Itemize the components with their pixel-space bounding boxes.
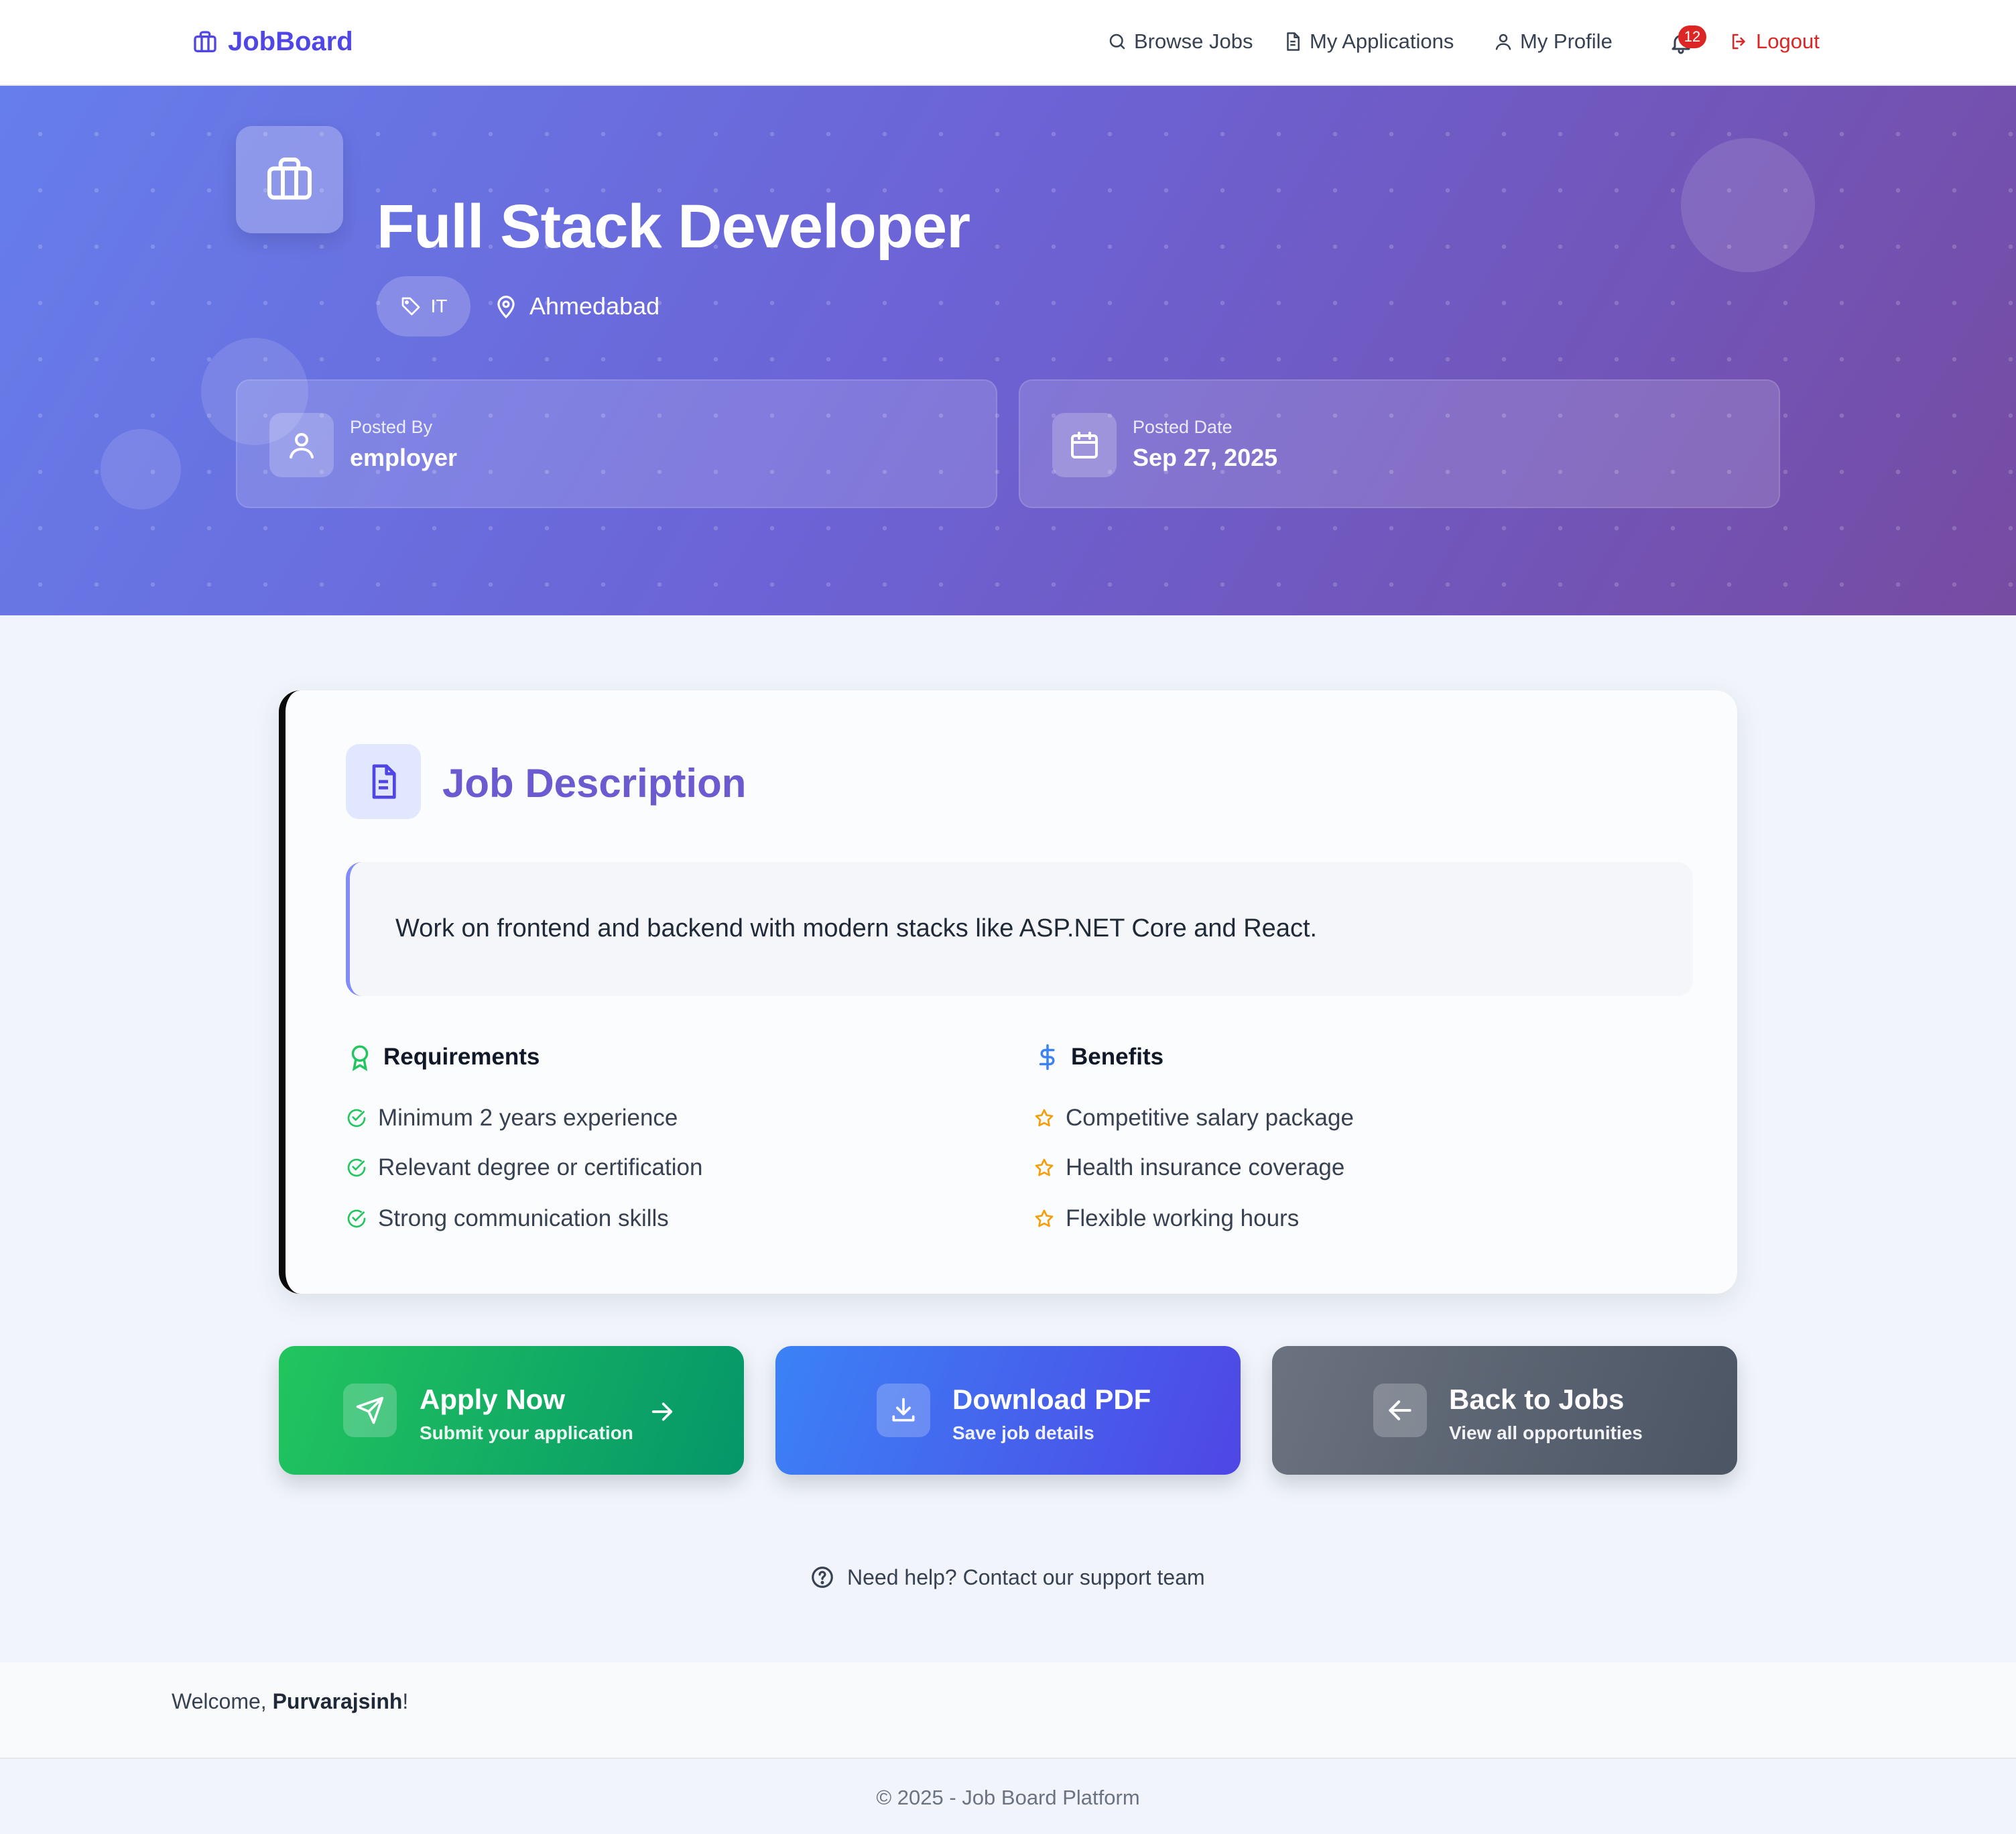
benefits-heading: Benefits — [1033, 1043, 1163, 1071]
award-icon — [351, 1045, 369, 1071]
requirement-text: Relevant degree or certification — [378, 1154, 703, 1180]
check-circle-icon — [347, 1158, 366, 1177]
description-icon-tile — [346, 744, 421, 819]
category-tag: IT — [377, 276, 470, 337]
star-icon — [1035, 1109, 1054, 1127]
nav-my-applications[interactable]: My Applications — [1283, 29, 1454, 54]
back-to-jobs-subtitle: View all opportunities — [1449, 1422, 1643, 1443]
back-to-jobs-button[interactable]: Back to Jobs View all opportunities — [1272, 1346, 1737, 1475]
benefit-text: Competitive salary package — [1066, 1105, 1354, 1131]
decorative-circle — [101, 429, 181, 509]
posted-date-card: Posted Date Sep 27, 2025 — [1019, 379, 1780, 508]
download-icon — [892, 1398, 915, 1422]
document-icon — [372, 764, 396, 799]
brand-name: JobBoard — [228, 27, 353, 56]
apply-now-button[interactable]: Apply Now Submit your application — [279, 1346, 744, 1475]
requirements-heading: Requirements — [346, 1043, 540, 1071]
posted-by-icon-tile — [269, 413, 334, 477]
nav-my-profile[interactable]: My Profile — [1493, 29, 1613, 54]
nav-browse-jobs[interactable]: Browse Jobs — [1107, 29, 1253, 54]
help-circle-icon — [812, 1567, 833, 1588]
requirement-item: Minimum 2 years experience — [346, 1105, 678, 1132]
back-to-jobs-title: Back to Jobs — [1449, 1384, 1625, 1415]
star-icon — [1035, 1158, 1054, 1176]
welcome-message: Welcome, Purvarajsinh! — [172, 1689, 408, 1714]
download-icon-tile — [877, 1384, 930, 1437]
arrow-right-icon — [651, 1402, 673, 1421]
location-label: Ahmedabad — [529, 292, 660, 320]
check-circle-icon — [347, 1109, 366, 1127]
description-text: Work on frontend and backend with modern… — [395, 914, 1318, 942]
back-icon-tile — [1373, 1384, 1427, 1437]
requirement-item: Relevant degree or certification — [346, 1154, 702, 1181]
nav-my-profile-label: My Profile — [1520, 29, 1613, 53]
benefit-item: Competitive salary package — [1033, 1105, 1354, 1132]
welcome-suffix: ! — [402, 1689, 409, 1713]
download-pdf-button[interactable]: Download PDF Save job details — [775, 1346, 1241, 1475]
help-text: Need help? Contact our support team — [847, 1565, 1205, 1589]
nav-my-applications-label: My Applications — [1310, 29, 1454, 53]
copyright: © 2025 - Job Board Platform — [876, 1786, 1140, 1809]
check-circle-icon — [347, 1209, 366, 1228]
apply-now-title: Apply Now — [420, 1384, 565, 1415]
download-pdf-title: Download PDF — [952, 1384, 1151, 1415]
benefits-title: Benefits — [1071, 1044, 1164, 1070]
briefcase-icon — [267, 158, 312, 200]
apply-now-subtitle: Submit your application — [420, 1422, 633, 1443]
posted-date-label: Posted Date — [1133, 417, 1233, 437]
requirement-text: Strong communication skills — [378, 1205, 669, 1231]
arrow-left-icon — [1389, 1400, 1411, 1420]
job-title: Full Stack Developer — [377, 192, 970, 261]
welcome-prefix: Welcome, — [172, 1689, 273, 1713]
requirement-item: Strong communication skills — [346, 1205, 669, 1232]
job-description-card: Job Description Work on frontend and bac… — [279, 690, 1737, 1294]
description-title: Job Description — [442, 761, 747, 806]
username: Purvarajsinh — [272, 1689, 403, 1713]
location-pin-icon — [497, 296, 515, 319]
download-pdf-subtitle: Save job details — [952, 1422, 1094, 1443]
document-icon — [1287, 32, 1300, 51]
requirement-text: Minimum 2 years experience — [378, 1105, 678, 1131]
description-body: Work on frontend and backend with modern… — [346, 862, 1693, 996]
benefit-text: Flexible working hours — [1066, 1205, 1300, 1231]
posted-date-icon-tile — [1052, 413, 1117, 477]
benefit-item: Flexible working hours — [1033, 1205, 1299, 1232]
benefit-item: Health insurance coverage — [1033, 1154, 1344, 1181]
nav-browse-jobs-label: Browse Jobs — [1134, 29, 1253, 53]
dollar-icon — [1039, 1044, 1055, 1071]
decorative-circle — [1681, 138, 1815, 272]
posted-by-card: Posted By employer — [236, 379, 997, 508]
send-icon-tile — [343, 1384, 397, 1437]
calendar-icon — [1071, 432, 1098, 458]
logout-link[interactable]: Logout — [1729, 29, 1820, 54]
navbar: JobBoard Browse Jobs My Applications My … — [0, 0, 2016, 86]
posted-by-value: employer — [350, 444, 458, 471]
logout-label: Logout — [1756, 29, 1820, 53]
briefcase-icon — [194, 30, 216, 52]
job-icon-tile — [236, 126, 343, 233]
search-icon — [1109, 34, 1125, 50]
posted-by-label: Posted By — [350, 417, 433, 437]
brand-logo[interactable]: JobBoard — [192, 27, 353, 57]
notification-badge: 12 — [1678, 25, 1706, 48]
user-icon — [1495, 34, 1511, 50]
benefit-text: Health insurance coverage — [1066, 1154, 1345, 1180]
star-icon — [1035, 1209, 1054, 1227]
help-link[interactable]: Need help? Contact our support team — [810, 1565, 1205, 1590]
job-location: Ahmedabad — [493, 292, 659, 320]
category-label: IT — [430, 296, 448, 316]
tag-icon — [401, 297, 420, 316]
send-icon — [356, 1396, 384, 1424]
requirements-title: Requirements — [383, 1044, 540, 1070]
posted-date-value: Sep 27, 2025 — [1133, 444, 1278, 471]
user-icon — [290, 433, 314, 458]
logout-icon — [1732, 34, 1745, 50]
